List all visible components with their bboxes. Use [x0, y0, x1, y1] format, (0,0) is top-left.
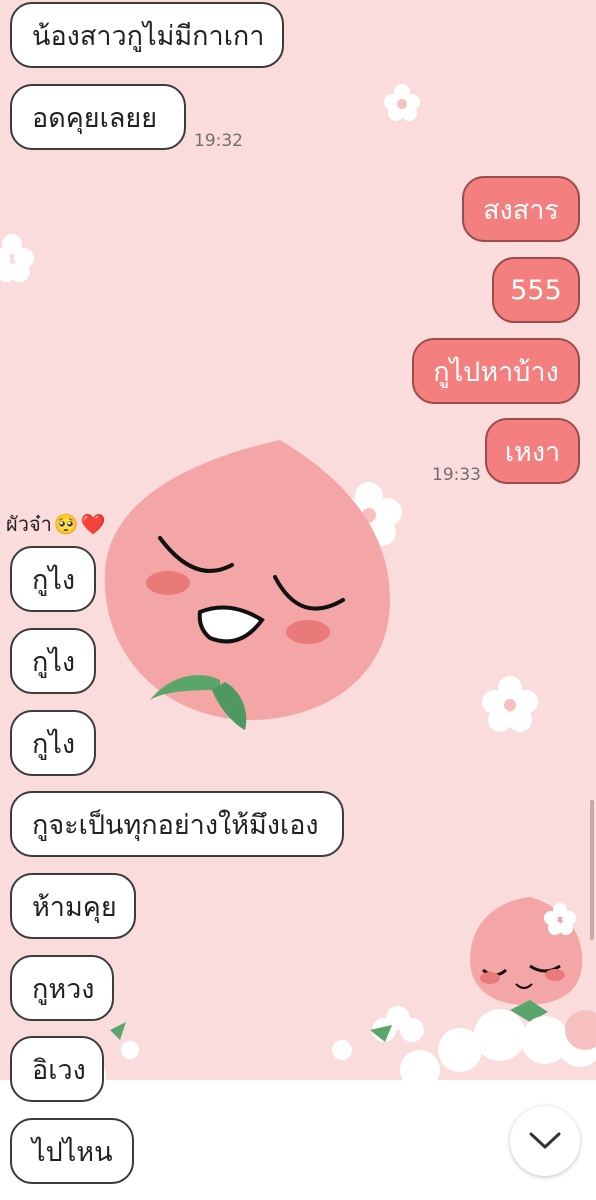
message-text: เหงา: [504, 436, 561, 468]
message-timestamp: 19:33: [432, 465, 481, 485]
message-text: 555: [510, 274, 562, 306]
message-timestamp: 19:32: [194, 131, 243, 151]
scrollbar-thumb[interactable]: [590, 800, 594, 940]
message-text: กูจะเป็นทุกอย่างให้มึงเอง: [32, 809, 319, 841]
message-text: ห้ามคุย: [32, 891, 117, 923]
outgoing-message[interactable]: กูไปหาบ้าง: [412, 338, 580, 404]
incoming-message[interactable]: ไปไหน: [10, 1118, 134, 1184]
incoming-message[interactable]: กูไง: [10, 628, 96, 694]
message-text: สงสาร: [483, 194, 559, 226]
message-text: ไปไหน: [32, 1136, 113, 1168]
chevron-down-icon: [529, 1132, 561, 1149]
outgoing-message[interactable]: เหงา: [485, 418, 580, 484]
message-text: อดคุยเลยย: [32, 102, 158, 134]
message-text: กูหวง: [32, 973, 95, 1005]
message-text: กูไปหาบ้าง: [433, 356, 559, 388]
flower-cluster-illustration: [22, 1006, 596, 1091]
incoming-message[interactable]: น้องสาวกูไม่มีกาเกา: [10, 2, 284, 68]
incoming-message[interactable]: กูไง: [10, 546, 96, 612]
message-text: น้องสาวกูไม่มีกาเกา: [32, 20, 265, 52]
message-text: อิเวง: [32, 1054, 86, 1086]
message-text: กูไง: [32, 646, 76, 678]
sender-name[interactable]: ผัวจ๋า 🥺 ❤️: [6, 508, 106, 540]
message-text: กูไง: [32, 564, 76, 596]
outgoing-message[interactable]: สงสาร: [462, 176, 580, 242]
incoming-message[interactable]: อิเวง: [10, 1036, 104, 1102]
scroll-to-bottom-button[interactable]: [510, 1106, 580, 1176]
red-heart-emoji: ❤️: [80, 512, 106, 536]
message-text: กูไง: [32, 728, 76, 760]
pleading-face-emoji: 🥺: [53, 512, 79, 536]
incoming-message[interactable]: กูจะเป็นทุกอย่างให้มึงเอง: [10, 791, 344, 857]
incoming-message[interactable]: กูไง: [10, 710, 96, 776]
incoming-message[interactable]: กูหวง: [10, 955, 114, 1021]
outgoing-message[interactable]: 555: [492, 257, 580, 323]
sender-name-text: ผัวจ๋า: [6, 512, 52, 536]
flower-icon: [0, 234, 34, 282]
incoming-message[interactable]: อดคุยเลยย: [10, 84, 186, 150]
incoming-message[interactable]: ห้ามคุย: [10, 873, 136, 939]
peach-character-illustration: [104, 440, 390, 730]
